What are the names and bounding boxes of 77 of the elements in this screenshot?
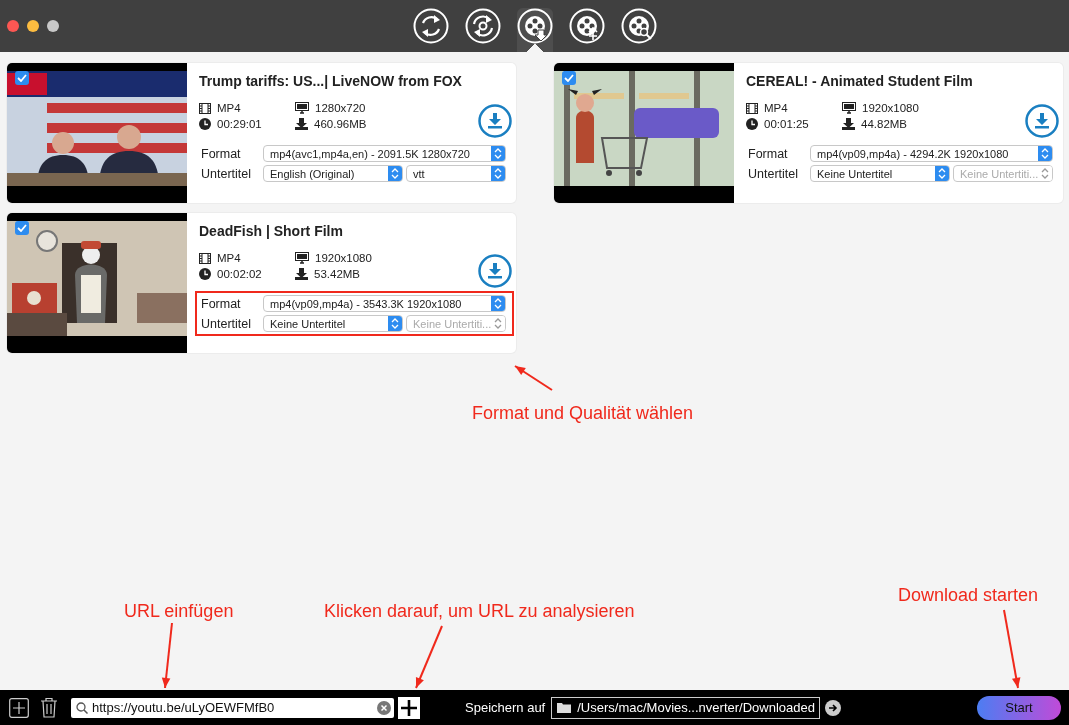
resolution: 1920x1080 — [862, 102, 919, 114]
resolution: 1920x1080 — [315, 252, 372, 264]
subtitle-label: Untertitel — [201, 166, 253, 181]
start-button[interactable]: Start — [977, 695, 1061, 720]
format-label: Format — [201, 296, 242, 311]
checkbox[interactable] — [15, 71, 29, 85]
stepper-icon — [494, 318, 503, 329]
video-title: CEREAL! - Animated Student Film — [746, 73, 974, 91]
zoom-button[interactable] — [47, 20, 59, 32]
clock-icon — [746, 118, 758, 130]
monitor-icon — [295, 252, 309, 264]
file-size: 460.96MB — [314, 118, 367, 130]
subtitle-label: Untertitel — [201, 316, 253, 331]
stepper-icon — [494, 168, 502, 179]
format-label: Format — [201, 146, 242, 161]
duration: 00:01:25 — [764, 118, 809, 130]
arrow — [415, 625, 443, 689]
format-dropdown[interactable]: mp4(vp09,mp4a) - 3543.3K 1920x1080 — [263, 295, 506, 312]
download-button[interactable] — [478, 254, 512, 288]
container-format: MP4 — [217, 102, 241, 114]
arrow-button[interactable] — [824, 699, 841, 716]
checkbox[interactable] — [562, 71, 576, 85]
analyze-button[interactable] — [398, 696, 420, 719]
arrow — [514, 365, 553, 391]
format-label: Format — [748, 146, 789, 161]
toolbar-tab[interactable] — [517, 8, 553, 52]
annotation-label: Format und Qualität wählen — [472, 403, 694, 424]
subtitle-format-dropdown[interactable]: vtt — [406, 165, 506, 182]
clock-icon — [199, 268, 211, 280]
format-dropdown[interactable]: mp4(vp09,mp4a) - 4294.2K 1920x1080 — [810, 145, 1053, 162]
annotation-label: Download starten — [898, 585, 1039, 606]
download-icon — [842, 118, 855, 130]
search-icon — [76, 701, 88, 714]
file-size: 53.42MB — [314, 268, 361, 280]
trash-icon[interactable] — [40, 697, 58, 718]
save-label: Speichern auf — [465, 700, 546, 715]
checkbox[interactable] — [15, 221, 29, 235]
stepper-icon — [938, 168, 946, 179]
video-title: DeadFish | Short Film — [199, 223, 344, 241]
monitor-icon — [842, 102, 856, 114]
stepper-icon — [1041, 148, 1049, 159]
clock-icon — [199, 118, 211, 130]
subtitle-dropdown[interactable]: English (Original) — [263, 165, 403, 182]
url-field[interactable]: https://youtu.be/uLyOEWFMfB0 — [71, 697, 394, 718]
duration: 00:29:01 — [217, 118, 262, 130]
film-icon — [199, 252, 211, 264]
minimize-button[interactable] — [27, 20, 39, 32]
save-path-field[interactable]: /Users/mac/Movies...nverter/Downloaded — [551, 696, 820, 719]
folder-icon — [557, 702, 572, 713]
resolution: 1280x720 — [315, 102, 366, 114]
download-button[interactable] — [478, 104, 512, 138]
clear-icon[interactable] — [377, 700, 391, 715]
stepper-icon — [494, 148, 502, 159]
container-format: MP4 — [217, 252, 241, 264]
file-size: 44.82MB — [861, 118, 908, 130]
annotation-label: URL einfügen — [124, 601, 234, 622]
stepper-icon — [494, 298, 502, 309]
close-button[interactable] — [7, 20, 19, 32]
container-format: MP4 — [764, 102, 788, 114]
add-icon[interactable] — [9, 697, 29, 718]
annotation-label: Klicken darauf, um URL zu analysieren — [324, 601, 635, 622]
arrow — [161, 622, 173, 689]
duration: 00:02:02 — [217, 268, 262, 280]
format-dropdown[interactable]: mp4(avc1,mp4a,en) - 2091.5K 1280x720 — [263, 145, 506, 162]
download-icon — [295, 268, 308, 280]
stepper-icon — [391, 318, 399, 329]
download-button[interactable] — [1025, 104, 1059, 138]
video-title: Trump tariffs: US...| LiveNOW from FOX — [199, 73, 463, 91]
stepper-icon — [1041, 168, 1050, 179]
download-icon — [295, 118, 308, 130]
subtitle-label: Untertitel — [748, 166, 800, 181]
subtitle-dropdown[interactable]: Keine Untertitel — [263, 315, 403, 332]
film-icon — [199, 102, 211, 114]
film-icon — [746, 102, 758, 114]
stepper-icon — [391, 168, 399, 179]
monitor-icon — [295, 102, 309, 114]
subtitle-dropdown[interactable]: Keine Untertitel — [810, 165, 950, 182]
